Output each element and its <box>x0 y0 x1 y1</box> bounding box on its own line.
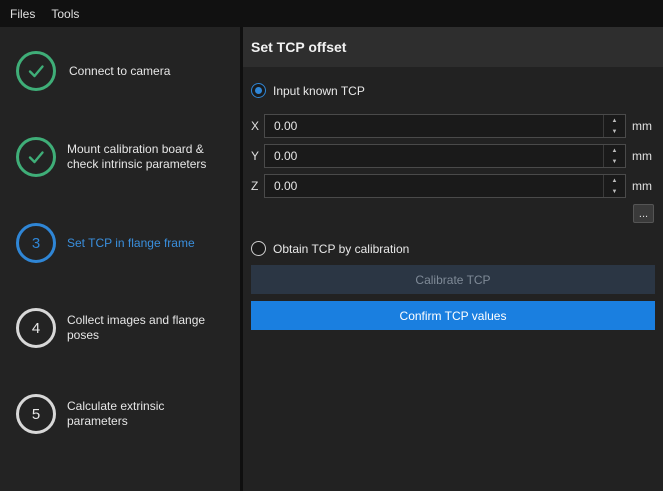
panel-title: Set TCP offset <box>243 27 663 67</box>
axis-label: X <box>251 119 260 133</box>
option-input-known-tcp[interactable]: Input known TCP <box>251 83 365 98</box>
step-label: Set TCP in flange frame <box>67 235 195 250</box>
step-mount-board[interactable]: Mount calibration board & check intrinsi… <box>16 136 236 178</box>
step-number: 5 <box>31 405 41 423</box>
step-done-indicator <box>16 137 56 177</box>
step-number: 3 <box>31 234 41 252</box>
step-active-indicator: 3 <box>16 223 56 263</box>
tcp-x-spinbox[interactable]: ▲ ▼ <box>264 114 626 138</box>
decrement-arrow-icon[interactable]: ▼ <box>604 126 625 137</box>
step-connect-camera[interactable]: Connect to camera <box>16 50 236 92</box>
step-calculate-extrinsic[interactable]: 5 Calculate extrinsic parameters <box>16 393 236 435</box>
option-obtain-by-calibration[interactable]: Obtain TCP by calibration <box>251 241 409 256</box>
step-number: 4 <box>31 319 41 337</box>
option-label: Input known TCP <box>273 83 365 98</box>
more-options-button[interactable]: ... <box>633 204 654 223</box>
unit-label: mm <box>632 149 652 163</box>
step-pending-indicator: 5 <box>16 394 56 434</box>
axis-label: Y <box>251 149 260 163</box>
unit-label: mm <box>632 119 652 133</box>
step-label: Connect to camera <box>69 63 171 78</box>
increment-arrow-icon[interactable]: ▲ <box>604 175 625 186</box>
calibrate-tcp-button[interactable]: Calibrate TCP <box>251 265 655 294</box>
step-set-tcp[interactable]: 3 Set TCP in flange frame <box>16 222 236 264</box>
tcp-y-spinbox[interactable]: ▲ ▼ <box>264 144 626 168</box>
menu-tools[interactable]: Tools <box>43 7 87 21</box>
decrement-arrow-icon[interactable]: ▼ <box>604 186 625 197</box>
increment-arrow-icon[interactable]: ▲ <box>604 145 625 156</box>
check-icon <box>28 65 44 78</box>
menu-bar: Files Tools <box>0 0 663 27</box>
step-done-indicator <box>16 51 56 91</box>
step-label: Calculate extrinsic parameters <box>67 399 165 428</box>
step-pending-indicator: 4 <box>16 308 56 348</box>
tcp-z-input[interactable] <box>265 175 595 197</box>
steps-sidebar: Connect to camera Mount calibration boar… <box>0 27 240 491</box>
axis-label: Z <box>251 179 259 193</box>
tcp-x-row: X ▲ ▼ mm <box>251 114 656 138</box>
tcp-z-row: Z ▲ ▼ mm <box>251 174 656 198</box>
tcp-z-spinbox[interactable]: ▲ ▼ <box>264 174 626 198</box>
radio-obtain-by-calibration[interactable] <box>251 241 266 256</box>
menu-files[interactable]: Files <box>0 7 43 21</box>
tcp-y-row: Y ▲ ▼ mm <box>251 144 656 168</box>
confirm-tcp-values-button[interactable]: Confirm TCP values <box>251 301 655 330</box>
tcp-panel: Set TCP offset Input known TCP X ▲ ▼ mm … <box>243 27 663 491</box>
step-label: Mount calibration board & check intrinsi… <box>67 142 207 171</box>
radio-input-known-tcp[interactable] <box>251 83 266 98</box>
unit-label: mm <box>632 179 652 193</box>
check-icon <box>28 151 44 164</box>
decrement-arrow-icon[interactable]: ▼ <box>604 156 625 167</box>
increment-arrow-icon[interactable]: ▲ <box>604 115 625 126</box>
tcp-x-input[interactable] <box>265 115 595 137</box>
tcp-y-input[interactable] <box>265 145 595 167</box>
step-collect-images[interactable]: 4 Collect images and flange poses <box>16 307 236 349</box>
step-label: Collect images and flange poses <box>67 313 206 342</box>
option-label: Obtain TCP by calibration <box>273 241 410 256</box>
